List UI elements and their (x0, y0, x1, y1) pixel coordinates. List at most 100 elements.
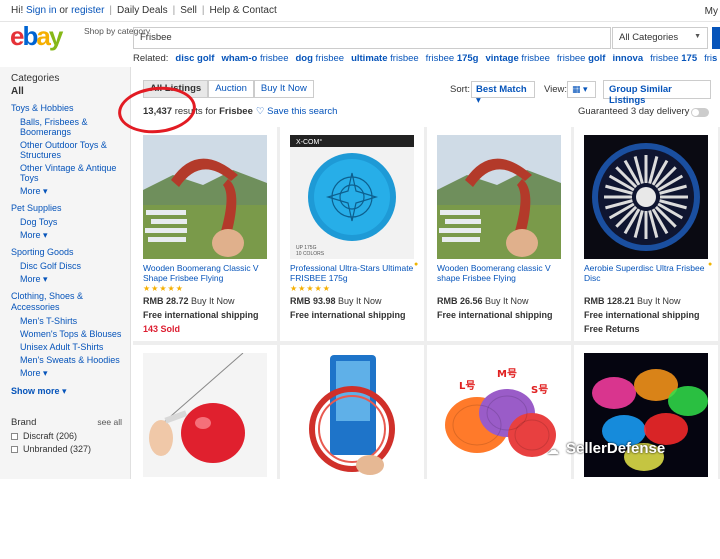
svg-text:10 COLORS: 10 COLORS (296, 251, 325, 257)
product-image[interactable] (584, 135, 708, 259)
product-title[interactable]: Wooden Boomerang classic V shape Frisbee… (437, 264, 561, 283)
product-card[interactable] (280, 345, 424, 559)
sidebar-subcategory[interactable]: Other Vintage & Antique Toys (20, 163, 130, 183)
sidebar-subcategory[interactable]: Dog Toys (20, 217, 130, 227)
results-grid: Wooden Boomerang Classic V Shape Frisbee… (133, 127, 720, 559)
product-image[interactable] (143, 135, 267, 259)
top-bar: Hi! Sign in or register | Daily Deals | … (0, 0, 720, 22)
sidebar-category[interactable]: Pet Supplies (11, 203, 130, 214)
signin-link[interactable]: Sign in (26, 5, 57, 16)
checkbox-box[interactable] (11, 432, 18, 440)
related-search-link[interactable]: frisbee 175 (650, 53, 697, 64)
heart-icon: ♡ (256, 106, 265, 117)
tab-buy-it-now[interactable]: Buy It Now (253, 80, 314, 98)
sidebar-more-link[interactable]: More ▾ (20, 186, 130, 197)
product-price: RMB 28.72 (143, 296, 189, 306)
brand-checkbox[interactable]: Discraft (206) (11, 431, 130, 441)
shipping-info: Free international shipping (584, 310, 700, 320)
sort-select[interactable]: Best Match ▾ (471, 81, 535, 106)
product-title[interactable] (143, 482, 267, 501)
product-price-row: RMB 28.72 Buy It Now (143, 296, 267, 306)
sidebar-more-link[interactable]: More ▾ (20, 368, 130, 379)
group-similar-button[interactable]: Group Similar Listings (603, 80, 711, 106)
product-price-row: RMB 128.21 Buy It Now (584, 296, 708, 306)
caret-down-icon: ▾ (40, 274, 48, 284)
buy-format: Buy It Now (191, 296, 235, 306)
related-search-link[interactable]: frisbee 175g (426, 53, 479, 64)
save-search-label: Save this search (267, 106, 338, 117)
sidebar-more-link[interactable]: More ▾ (20, 230, 130, 241)
rating-stars (584, 284, 708, 293)
product-title[interactable]: Professional Ultra-Stars Ultimate FRISBE… (290, 264, 414, 283)
product-image[interactable] (584, 353, 708, 477)
product-title[interactable] (584, 482, 708, 501)
rating-stars (437, 284, 561, 293)
my-ebay-link[interactable]: My (705, 6, 718, 17)
related-search-link[interactable]: ultimate frisbee (351, 53, 419, 64)
product-title[interactable]: Wooden Boomerang Classic V Shape Frisbee… (143, 264, 267, 283)
help-link[interactable]: Help & Contact (210, 5, 277, 16)
search-button[interactable] (712, 27, 720, 49)
related-search-link[interactable]: frisbee golf (557, 53, 606, 64)
product-image[interactable] (143, 353, 267, 477)
save-search-link[interactable]: ♡ Save this search (256, 106, 337, 117)
sidebar-subcategory[interactable]: Other Outdoor Toys & Structures (20, 140, 130, 160)
register-link[interactable]: register (71, 5, 104, 16)
category-all[interactable]: All (11, 86, 130, 97)
product-image[interactable] (290, 353, 414, 477)
or-text: or (59, 5, 69, 16)
sidebar-subcategory[interactable]: Women's Tops & Blouses (20, 329, 130, 339)
related-search-link[interactable]: innova (612, 53, 643, 64)
related-searches: Related: disc golf wham-o frisbee dog frisb… (133, 53, 720, 64)
sidebar-more-link[interactable]: More ▾ (20, 274, 130, 285)
see-all-link[interactable]: see all (97, 417, 122, 428)
daily-deals-link[interactable]: Daily Deals (117, 5, 168, 16)
tab-auction[interactable]: Auction (208, 80, 254, 98)
header: ebay Shop by category Frisbee All Catego… (0, 22, 720, 50)
product-title[interactable]: Aerobie Superdisc Ultra Frisbee Disc (584, 264, 708, 283)
product-image[interactable] (437, 135, 561, 259)
product-card[interactable]: X-COM° UP 175G 10 COLORS Professional Ultra… (280, 127, 424, 341)
sidebar-category[interactable]: Clothing, Shoes & Accessories (11, 291, 130, 313)
ebay-logo[interactable]: ebay (10, 23, 63, 49)
view-select[interactable]: ▦ ▾ (567, 81, 596, 98)
sidebar-category[interactable]: Sporting Goods (11, 247, 130, 258)
guaranteed-delivery-toggle[interactable] (691, 108, 709, 117)
related-search-link[interactable]: fris In (704, 53, 720, 64)
top-rated-icon: ● (708, 261, 713, 268)
product-card[interactable]: Wooden Boomerang Classic V Shape Frisbee… (133, 127, 277, 341)
related-search-link[interactable]: dog frisbee (296, 53, 345, 64)
brand-checkbox[interactable]: Unbranded (327) (11, 444, 130, 454)
product-title[interactable] (290, 482, 414, 501)
product-image[interactable]: L号 M号 S号 (437, 353, 561, 477)
category-select[interactable]: All Categories ▼ (612, 27, 708, 49)
product-card[interactable]: Wooden Boomerang classic V shape Frisbee… (427, 127, 571, 341)
top-rated-icon: ● (414, 261, 419, 268)
rating-stars: ★★★★★ (143, 284, 184, 293)
sidebar-subcategory[interactable]: Men's T-Shirts (20, 316, 130, 326)
sidebar-subcategory[interactable]: Disc Golf Discs (20, 261, 130, 271)
product-card[interactable] (133, 345, 277, 559)
product-image[interactable]: X-COM° UP 175G 10 COLORS (290, 135, 414, 259)
more-label: More (20, 368, 41, 378)
related-text: fri (704, 53, 713, 64)
caret-down-icon: ▾ (62, 386, 67, 396)
search-input[interactable]: Frisbee (133, 27, 611, 49)
sidebar-subcategory[interactable]: Men's Sweats & Hoodies (20, 355, 130, 365)
related-search-link[interactable]: vintage frisbee (485, 53, 549, 64)
sell-link[interactable]: Sell (180, 5, 197, 16)
checkbox-box[interactable] (11, 445, 18, 453)
product-title[interactable] (437, 482, 561, 501)
shipping-info: Free international shipping (290, 310, 406, 320)
free-returns: Free Returns (584, 324, 640, 334)
shipping-info: Free international shipping (143, 310, 259, 320)
sidebar-category[interactable]: Toys & Hobbies (11, 103, 130, 114)
sidebar-subcategory[interactable]: Unisex Adult T-Shirts (20, 342, 130, 352)
brand-label: Brand (11, 417, 37, 428)
sidebar-subcategory[interactable]: Balls, Frisbees & Boomerangs (20, 117, 130, 137)
related-search-link[interactable]: wham-o frisbee (221, 53, 288, 64)
product-card[interactable]: Aerobie Superdisc Ultra Frisbee Disc RMB … (574, 127, 718, 341)
caret-down-icon: ▾ (40, 230, 48, 240)
related-search-link[interactable]: disc golf (175, 53, 214, 64)
show-more-link[interactable]: Show more ▾ (11, 386, 130, 397)
